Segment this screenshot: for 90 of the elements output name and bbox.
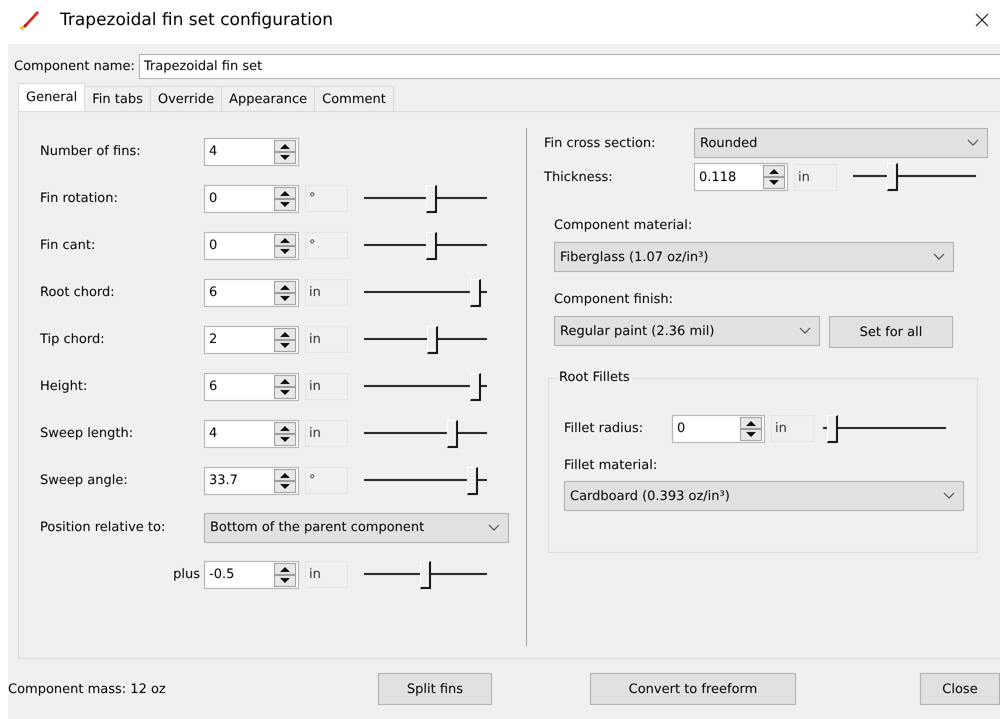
window-title: Trapezoidal fin set configuration (60, 10, 334, 30)
number-spinner[interactable]: -0.5 (204, 560, 299, 588)
spinner-arrows-icon[interactable] (763, 165, 785, 189)
field-label: Sweep length: (40, 426, 134, 441)
chevron-down-icon (967, 139, 979, 147)
spinner-arrows-icon[interactable] (274, 328, 296, 352)
tab[interactable]: General (18, 83, 86, 111)
unit-label: ° (305, 232, 348, 259)
spinner-arrows-icon[interactable] (274, 422, 296, 446)
field-label: Fillet radius: (564, 421, 644, 436)
field-label: Height: (40, 379, 88, 394)
spinner-arrows-icon[interactable] (274, 234, 296, 258)
tab[interactable]: Comment (314, 86, 394, 111)
number-spinner[interactable]: 6 (204, 372, 299, 400)
number-spinner[interactable]: 2 (204, 326, 299, 354)
number-spinner[interactable]: 33.7 (204, 466, 299, 494)
slider-thumb[interactable] (470, 372, 482, 400)
spinner-arrows-icon[interactable] (274, 140, 296, 164)
slider-thumb[interactable] (420, 560, 431, 588)
slider[interactable] (364, 466, 487, 496)
slider-thumb[interactable] (886, 163, 898, 191)
number-spinner[interactable]: 6 (204, 278, 299, 306)
unit-label: in (305, 561, 348, 588)
split-fins-button[interactable]: Split fins (378, 673, 492, 705)
slider[interactable] (364, 278, 487, 308)
slider[interactable] (823, 414, 946, 444)
slider-thumb[interactable] (426, 232, 437, 260)
field-label: Fin cross section: (544, 136, 657, 150)
unit-label: ° (305, 467, 348, 494)
number-spinner[interactable]: 0 (204, 232, 299, 260)
slider-thumb[interactable] (426, 326, 438, 354)
unit-label: in (305, 373, 348, 400)
field-label: Component material: (554, 218, 692, 233)
unit-label: in (305, 279, 348, 306)
slider-thumb[interactable] (426, 184, 437, 212)
field-label: Fin cant: (40, 238, 96, 253)
slider-thumb[interactable] (827, 414, 838, 442)
field-label: Fin rotation: (40, 191, 119, 206)
field-label: Fillet material: (564, 458, 658, 473)
position-dropdown[interactable]: Bottom of the parent component (204, 512, 509, 542)
number-spinner[interactable]: 0 (204, 184, 299, 212)
spinner-arrows-icon[interactable] (274, 280, 296, 304)
slider[interactable] (364, 372, 487, 402)
unit-label: in (794, 164, 837, 190)
field-label: Tip chord: (40, 332, 106, 347)
slider[interactable] (364, 324, 487, 354)
slider-thumb[interactable] (446, 420, 458, 448)
field-label: Thickness: (544, 170, 614, 184)
fillet-material-dropdown[interactable]: Cardboard (0.393 oz/in³) (564, 481, 964, 511)
set-for-all-button[interactable]: Set for all (829, 316, 953, 348)
close-icon (975, 13, 989, 27)
number-spinner[interactable]: 0.118 (694, 163, 788, 191)
unit-label: in (305, 326, 348, 353)
spinner-arrows-icon[interactable] (274, 186, 296, 210)
spinner-arrows-icon[interactable] (274, 468, 296, 492)
spinner-arrows-icon[interactable] (274, 374, 296, 398)
slider-thumb[interactable] (467, 466, 478, 494)
material-dropdown[interactable]: Fiberglass (1.07 oz/in³) (554, 242, 954, 272)
slider-thumb[interactable] (470, 278, 482, 306)
field-label: Root chord: (40, 285, 116, 300)
slider[interactable] (364, 230, 487, 260)
field-label: Position relative to: (40, 520, 166, 535)
unit-label: ° (305, 185, 348, 212)
chevron-down-icon (799, 327, 811, 335)
slider[interactable] (364, 184, 487, 214)
field-label: plus (172, 567, 201, 582)
spinner-arrows-icon[interactable] (274, 562, 296, 586)
finish-dropdown[interactable]: Regular paint (2.36 mil) (554, 316, 820, 346)
number-spinner[interactable]: 4 (204, 138, 299, 166)
field-label: Component name: (14, 59, 135, 74)
unit-label: in (305, 420, 348, 447)
field-label: Sweep angle: (40, 473, 129, 488)
cross-section-dropdown[interactable]: Rounded (694, 128, 988, 158)
close-dialog-button[interactable]: Close (920, 673, 1000, 705)
mass-text: Component mass: 12 oz (8, 682, 167, 696)
slider[interactable] (364, 560, 487, 590)
slider[interactable] (853, 162, 976, 192)
number-spinner[interactable]: 4 (204, 420, 299, 448)
component-name-field[interactable]: Trapezoidal fin set (138, 54, 1000, 79)
field-label: Number of fins: (40, 144, 142, 159)
spinner-arrows-icon[interactable] (740, 416, 762, 440)
rocket-icon (18, 10, 40, 30)
chevron-down-icon (933, 253, 945, 261)
chevron-down-icon (943, 492, 955, 500)
slider[interactable] (364, 418, 487, 448)
convert-button[interactable]: Convert to freeform (590, 673, 796, 705)
field-label: Component finish: (554, 292, 674, 307)
number-spinner[interactable]: 0 (672, 414, 765, 442)
chevron-down-icon (488, 524, 500, 532)
unit-label: in (771, 415, 814, 442)
